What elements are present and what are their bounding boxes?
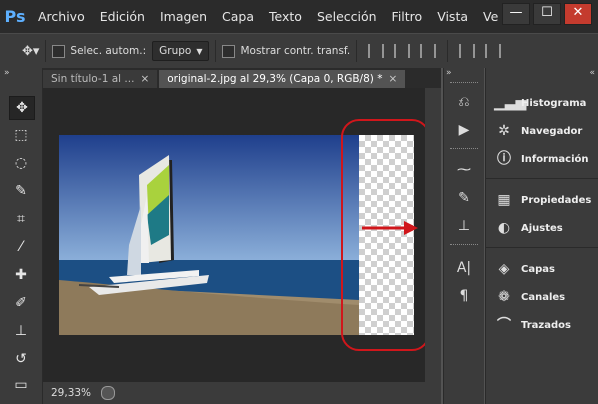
close-button[interactable]: ✕ [564,3,592,25]
align-hcenter-icon[interactable] [485,44,502,58]
crop-tool-icon[interactable]: ⌗ [9,208,33,230]
quick-select-tool-icon[interactable]: ✎ [9,180,33,202]
panel-dock: « ▁▃▅ Histograma ✲ Navegador ⓘ Informaci… [485,68,598,404]
panel-label: Trazados [521,319,571,331]
document-tab-bar: Sin título-1 al ... × original-2.jpg al … [43,68,441,88]
auto-select-mode-dropdown[interactable]: Grupo ▼ [152,41,210,61]
menu-ventana-truncated[interactable]: Ve [483,9,498,24]
divider [486,247,598,248]
options-bar: ✥▾ Selec. autom.: Grupo ▼ Mostrar contr.… [0,33,598,68]
menu-vista[interactable]: Vista [437,9,468,24]
close-tab-icon[interactable]: × [388,70,397,88]
show-transform-checkbox[interactable] [222,44,236,58]
properties-icon: ▦ [497,192,511,208]
menu-imagen[interactable]: Imagen [160,9,207,24]
dock-grip[interactable] [450,244,478,248]
expand-dock-icon[interactable]: » [446,68,452,78]
align-top-icon[interactable] [368,44,385,58]
panel-histograma[interactable]: ▁▃▅ Histograma [494,94,586,112]
menu-archivo[interactable]: Archivo [38,9,85,24]
divider [447,40,449,62]
arrow-right-annotation-icon [362,221,418,235]
actions-play-icon[interactable]: ▶ [454,120,474,140]
move-tool-preset-icon[interactable]: ✥▾ [22,44,39,59]
history-icon[interactable]: ⎌ [454,92,474,112]
layers-icon: ◈ [498,261,510,277]
panel-label: Navegador [521,125,583,137]
eraser-tool-icon[interactable]: ▭ [9,374,33,396]
tab-label: original-2.jpg al 29,3% (Capa 0, RGB/8) … [167,73,383,85]
panel-informacion[interactable]: ⓘ Información [494,150,589,168]
auto-select-label: Selec. autom.: [70,45,147,57]
menu-edicion[interactable]: Edición [100,9,145,24]
align-bottom-icon[interactable] [420,44,437,58]
beach-catamaran-photo [59,135,359,335]
marquee-tool-icon[interactable]: ⬚ [9,124,33,146]
history-brush-tool-icon[interactable]: ↺ [9,348,33,370]
window-controls: — ☐ ✕ [499,3,592,25]
divider [45,40,47,62]
character-icon[interactable]: A| [454,258,474,278]
panel-ajustes[interactable]: ◐ Ajustes [494,219,563,237]
dock-grip[interactable] [450,82,478,86]
brush-tool-icon[interactable]: ✐ [9,292,33,314]
panel-trazados[interactable]: ⌒ Trazados [494,316,571,334]
expand-toolbar-icon[interactable]: » [4,68,10,78]
info-icon: ⓘ [497,151,511,167]
menu-seleccion[interactable]: Selección [317,9,377,24]
panel-label: Ajustes [521,222,563,234]
tools-panel: » ✥ ⬚ ◌ ✎ ⌗ ⁄ ✚ ✐ ⊥ ↺ ▭ [0,68,43,404]
healing-brush-tool-icon[interactable]: ✚ [9,264,33,286]
panel-capas[interactable]: ◈ Capas [494,260,555,278]
histogram-icon: ▁▃▅ [494,95,527,111]
tab-sin-titulo[interactable]: Sin título-1 al ... × [43,70,158,88]
brush-icon[interactable]: ✎ [454,188,474,208]
photoshop-logo: Ps [4,6,26,26]
close-tab-icon[interactable]: × [140,70,149,88]
adjustments-icon: ◐ [497,220,511,236]
paragraph-icon[interactable]: ¶ [454,286,474,306]
vertical-scrollbar[interactable] [425,88,441,382]
panel-navegador[interactable]: ✲ Navegador [494,122,582,140]
dock-grip[interactable] [450,148,478,152]
channels-icon: ❁ [498,289,510,305]
status-bar: 29,33% [43,382,441,404]
panel-label: Capas [521,263,555,275]
show-transform-label: Mostrar contr. transf. [240,45,351,57]
zoom-level[interactable]: 29,33% [51,387,91,399]
auto-select-checkbox[interactable] [52,44,66,58]
align-vcenter-icon[interactable] [394,44,411,58]
clone-source-icon[interactable]: ⊥ [454,216,474,236]
menu-filtro[interactable]: Filtro [392,9,423,24]
menu-capa[interactable]: Capa [222,9,254,24]
panel-label: Histograma [521,97,587,109]
menu-texto[interactable]: Texto [269,9,302,24]
divider [486,178,598,179]
auto-select-mode-value: Grupo [159,45,192,57]
brush-presets-icon[interactable]: ⁓ [454,160,474,180]
clone-stamp-tool-icon[interactable]: ⊥ [9,320,33,342]
divider [215,40,217,62]
move-tool-icon[interactable]: ✥ [9,96,35,120]
panel-propiedades[interactable]: ▦ Propiedades [494,191,591,209]
chevron-down-icon: ▼ [196,46,203,56]
lasso-tool-icon[interactable]: ◌ [9,152,33,174]
collapsed-panel-dock: » ⎌ ▶ ⁓ ✎ ⊥ A| ¶ [443,68,484,404]
panel-label: Información [521,153,589,165]
panel-label: Propiedades [521,194,592,206]
tab-label: Sin título-1 al ... [51,73,135,85]
navigator-icon: ✲ [498,123,510,139]
eyedropper-tool-icon[interactable]: ⁄ [9,236,33,258]
panel-label: Canales [521,291,566,303]
maximize-button[interactable]: ☐ [533,3,561,25]
divider [356,40,358,62]
align-left-icon[interactable] [459,44,476,58]
minimize-button[interactable]: — [502,3,530,25]
panel-canales[interactable]: ❁ Canales [494,288,565,306]
document-info-icon[interactable] [101,386,116,400]
tab-original-2[interactable]: original-2.jpg al 29,3% (Capa 0, RGB/8) … [159,70,406,88]
collapse-panels-icon[interactable]: « [589,68,595,78]
paths-icon: ⌒ [497,317,511,333]
